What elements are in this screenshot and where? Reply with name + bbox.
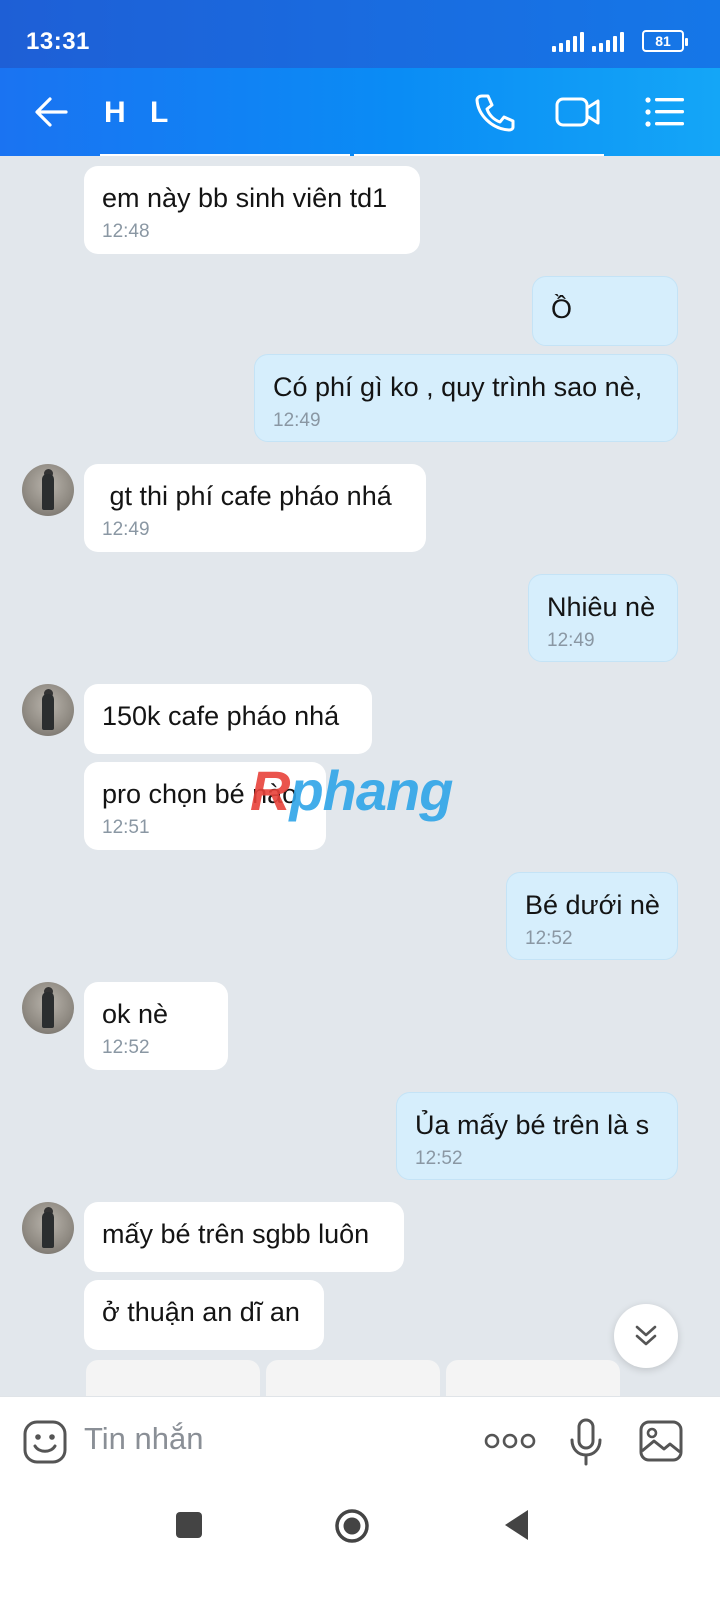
- message-bubble[interactable]: 150k cafe pháo nhá: [84, 684, 372, 754]
- message-time: 12:52: [525, 928, 573, 949]
- message-text: Bé dưới nè: [525, 890, 660, 920]
- system-navigation-bar: [0, 1486, 720, 1600]
- list-item: [354, 154, 604, 156]
- message-time: 12:49: [102, 519, 150, 540]
- message-time: 12:52: [415, 1148, 463, 1169]
- message-bubble[interactable]: gt thi phí cafe pháo nhá 12:49: [84, 464, 426, 552]
- message-text: ở thuận an dĩ an: [102, 1297, 300, 1327]
- message-text: ok nè: [102, 999, 169, 1029]
- scroll-to-bottom-button[interactable]: [614, 1304, 678, 1368]
- chat-header: H L: [0, 68, 720, 156]
- top-bar: 13:31 81 H L: [0, 0, 720, 156]
- avatar[interactable]: [22, 1202, 74, 1254]
- message-text: 150k cafe pháo nhá: [102, 701, 340, 731]
- message-time: 12:49: [273, 410, 321, 431]
- signal-icon: [552, 30, 584, 52]
- message-bubble[interactable]: Bé dưới nè 12:52: [506, 872, 678, 960]
- message-input[interactable]: Tin nhắn: [84, 1421, 204, 1457]
- message-time: 12:49: [547, 630, 595, 651]
- back-nav-button[interactable]: [502, 1508, 532, 1542]
- status-bar: 13:31 81: [0, 0, 720, 68]
- phone-icon[interactable]: [470, 90, 518, 134]
- recent-apps-button[interactable]: [176, 1512, 202, 1538]
- list-menu-icon[interactable]: [640, 90, 688, 134]
- message-bubble[interactable]: Nhiêu nè 12:49: [528, 574, 678, 662]
- message-bubble[interactable]: mấy bé trên sgbb luôn: [84, 1202, 404, 1272]
- status-time: 13:31: [26, 28, 90, 55]
- watermark-part: phang: [289, 759, 453, 822]
- message-text: mấy bé trên sgbb luôn: [102, 1219, 370, 1249]
- watermark-part: R: [250, 759, 290, 822]
- watermark-logo: Rphang: [250, 758, 453, 823]
- signal-icon: [592, 30, 624, 52]
- chevron-double-down-icon: [635, 1325, 657, 1346]
- avatar[interactable]: [22, 982, 74, 1034]
- contact-name[interactable]: H L: [104, 96, 176, 130]
- message-bubble[interactable]: em này bb sinh viên td1 12:48: [84, 166, 420, 254]
- message-bubble[interactable]: ok nè 12:52: [84, 982, 228, 1070]
- microphone-icon[interactable]: [568, 1417, 604, 1467]
- message-text: em này bb sinh viên td1: [102, 183, 388, 213]
- message-time: 12:52: [102, 1037, 150, 1058]
- battery-level: 81: [655, 33, 671, 49]
- message-text: Nhiêu nè: [547, 592, 656, 622]
- message-bubble[interactable]: Ủa mấy bé trên là s 12:52: [396, 1092, 678, 1180]
- message-bubble[interactable]: Ồ: [532, 276, 678, 346]
- avatar[interactable]: [22, 464, 74, 516]
- smiley-icon[interactable]: [22, 1419, 68, 1465]
- image-icon[interactable]: [638, 1419, 684, 1463]
- message-text: Ồ: [551, 294, 573, 324]
- home-button[interactable]: [334, 1508, 370, 1544]
- message-text: gt thi phí cafe pháo nhá: [102, 481, 392, 511]
- message-bubble[interactable]: ở thuận an dĩ an: [84, 1280, 324, 1350]
- video-camera-icon[interactable]: [554, 90, 602, 134]
- message-text: Có phí gì ko , quy trình sao nè,: [273, 372, 643, 402]
- message-bubble[interactable]: Có phí gì ko , quy trình sao nè, 12:49: [254, 354, 678, 442]
- avatar[interactable]: [22, 684, 74, 736]
- message-input-bar: Tin nhắn: [0, 1396, 720, 1486]
- list-item: [100, 154, 350, 156]
- battery-icon: 81: [642, 30, 688, 52]
- message-time: 12:48: [102, 221, 150, 242]
- arrow-left-icon[interactable]: [30, 90, 74, 134]
- more-dots-icon[interactable]: [484, 1431, 536, 1451]
- message-text: Ủa mấy bé trên là s: [415, 1110, 650, 1140]
